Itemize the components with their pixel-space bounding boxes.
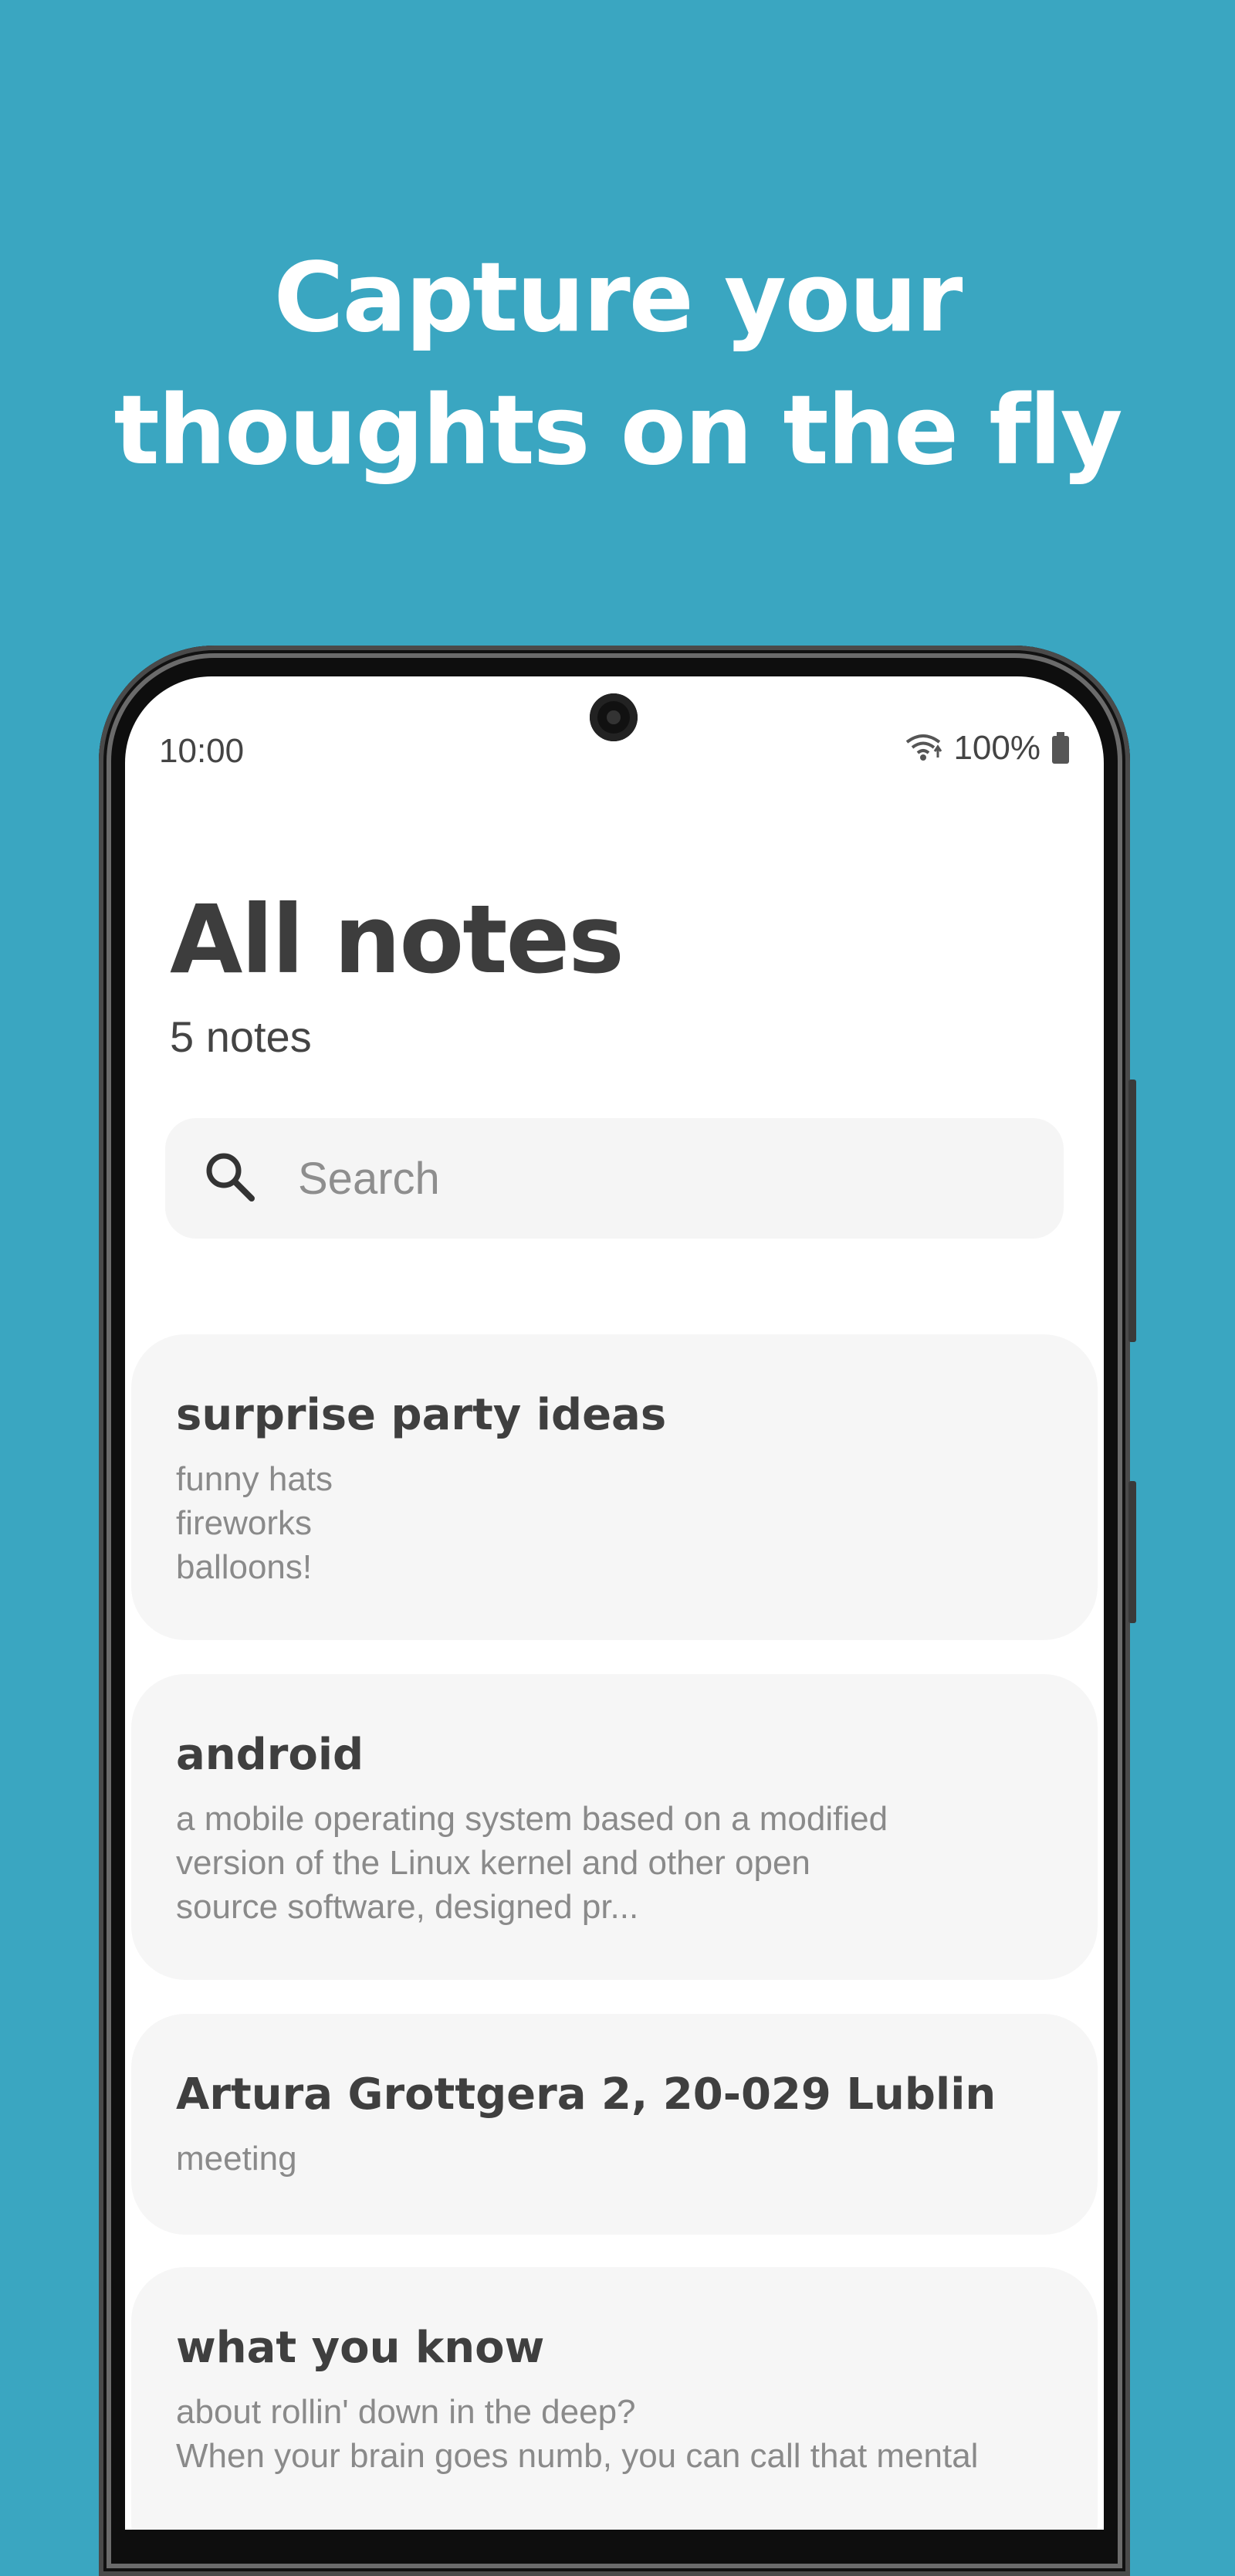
- power-button: [1128, 1080, 1136, 1342]
- search-icon: [202, 1149, 258, 1208]
- note-title: Artura Grottgera 2, 20-029 Lublin: [176, 2069, 996, 2120]
- front-camera: [590, 693, 638, 741]
- note-title: surprise party ideas: [176, 1390, 667, 1440]
- battery-icon: [1051, 732, 1070, 764]
- note-card[interactable]: surprise party ideas funny hats firework…: [131, 1334, 1098, 1640]
- search-input[interactable]: [296, 1151, 994, 1205]
- status-time: 10:00: [159, 732, 245, 770]
- promo-headline: Capture your thoughts on the fly: [0, 232, 1235, 497]
- note-preview: funny hats fireworks balloons!: [176, 1460, 333, 1586]
- note-card[interactable]: Artura Grottgera 2, 20-029 Lublin meetin…: [131, 2014, 1098, 2235]
- note-preview: a mobile operating system based on a mod…: [176, 1800, 888, 1926]
- wifi-icon: [904, 733, 942, 764]
- page-title: All notes: [170, 885, 624, 995]
- status-indicators: 100%: [904, 729, 1070, 768]
- note-preview: about rollin' down in the deep? When you…: [176, 2393, 979, 2475]
- volume-button: [1128, 1481, 1136, 1623]
- search-bar[interactable]: [165, 1118, 1064, 1239]
- note-card[interactable]: android a mobile operating system based …: [131, 1674, 1098, 1980]
- notes-count: 5 notes: [170, 1012, 312, 1061]
- headline-line-2: thoughts on the fly: [113, 375, 1122, 486]
- battery-percent: 100%: [953, 729, 1040, 767]
- note-title: android: [176, 1730, 364, 1780]
- note-card[interactable]: what you know about rollin' down in the …: [131, 2267, 1098, 2530]
- note-preview: meeting: [176, 2140, 297, 2178]
- phone-screen: 10:00 100% All notes 5 notes Search surp…: [125, 676, 1104, 2530]
- headline-line-1: Capture your: [273, 242, 963, 354]
- note-title: what you know: [176, 2323, 545, 2373]
